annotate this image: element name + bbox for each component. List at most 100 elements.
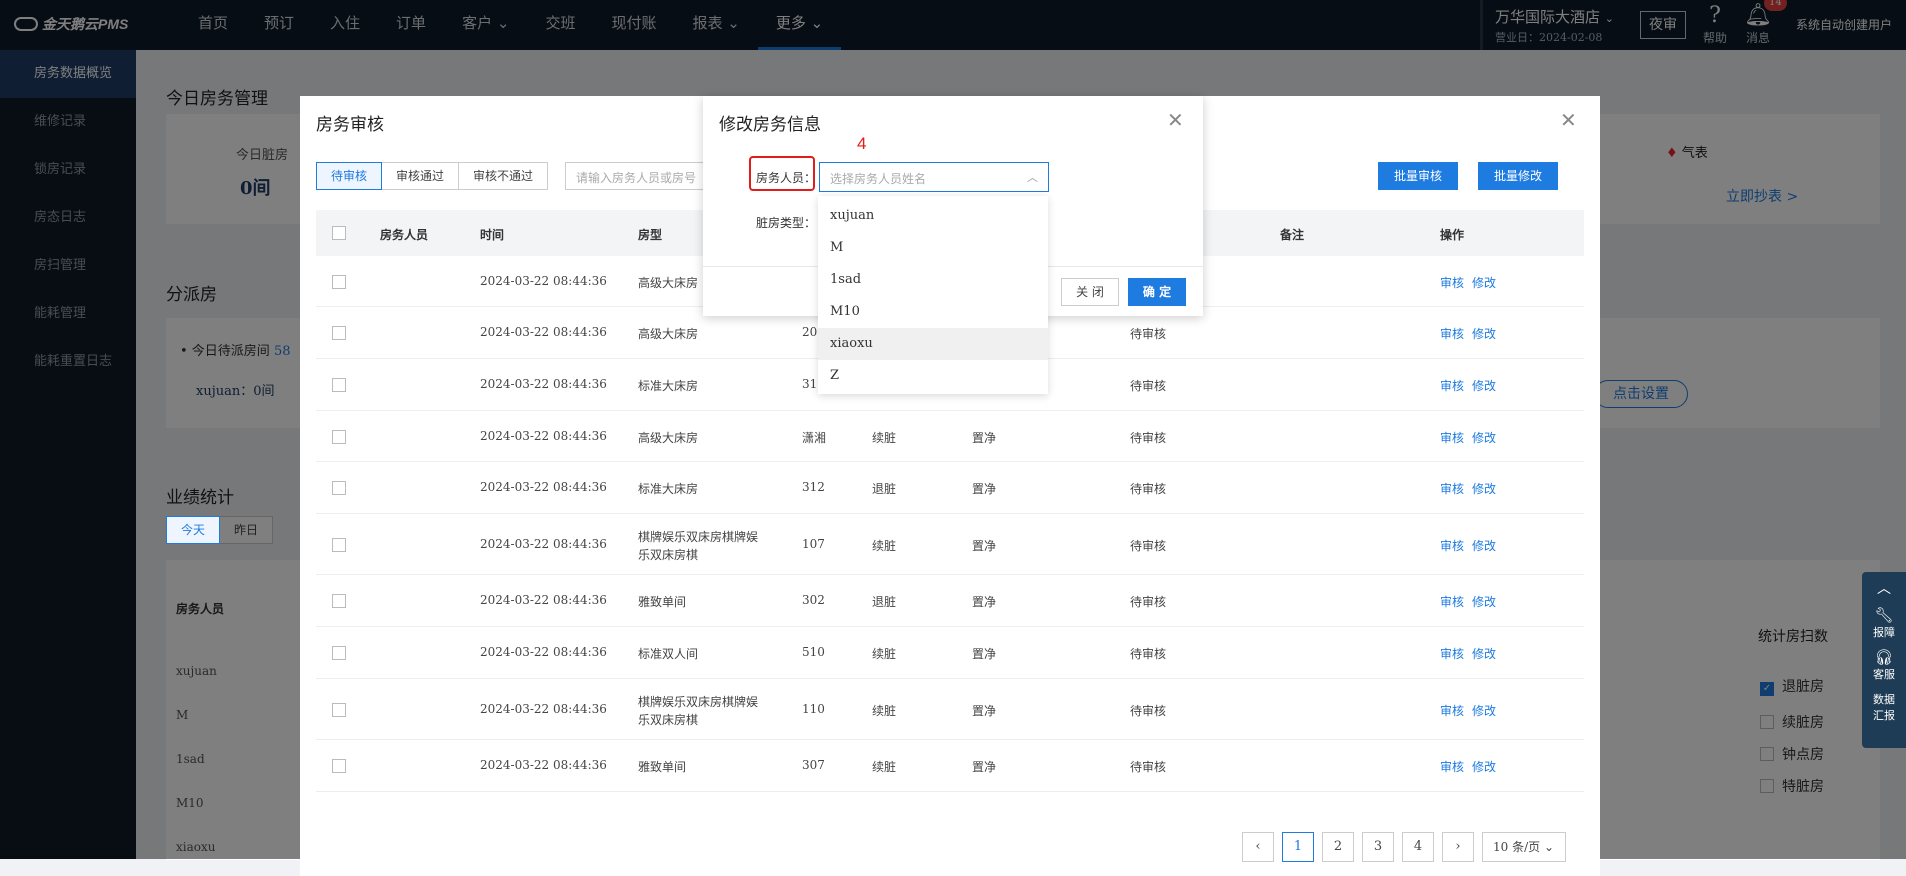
tab-today[interactable]: 今天 bbox=[166, 516, 221, 544]
table-row: 2024-03-22 08:44:36 棋牌娱乐双床房棋牌娱乐双床房棋 110 续脏 置… bbox=[316, 679, 1584, 740]
staff-option[interactable]: 1sad bbox=[818, 264, 1048, 296]
row-clean-status: 置净 bbox=[972, 431, 997, 445]
header-actions: 操作 bbox=[1440, 228, 1465, 242]
row-edit-link[interactable]: 修改 bbox=[1472, 645, 1496, 662]
row-checkbox[interactable] bbox=[332, 481, 346, 495]
dirty-type-label: 脏房类型： bbox=[756, 216, 817, 230]
row-edit-link[interactable]: 修改 bbox=[1472, 480, 1496, 497]
report-issue-button[interactable]: 🔧︎ 报障 bbox=[1862, 606, 1906, 640]
data-report-button[interactable]: 数据汇报 bbox=[1862, 692, 1906, 724]
staff-option[interactable]: xiaoxu bbox=[818, 328, 1048, 360]
close-icon[interactable]: ✕ bbox=[1167, 108, 1184, 132]
table-row: 2024-03-22 08:44:36 雅致单间 307 续脏 置净 待审核 审核 修改 bbox=[316, 740, 1584, 792]
row-time: 2024-03-22 08:44:36 bbox=[480, 758, 607, 772]
row-audit-status: 待审核 bbox=[1130, 431, 1167, 445]
row-checkbox[interactable] bbox=[332, 326, 346, 340]
page-3[interactable]: 3 bbox=[1362, 832, 1394, 862]
row-audit-link[interactable]: 审核 bbox=[1440, 645, 1464, 662]
row-edit-link[interactable]: 修改 bbox=[1472, 274, 1496, 291]
row-dirty-status: 退脏 bbox=[872, 595, 897, 609]
row-dirty-status: 退脏 bbox=[872, 482, 897, 496]
row-audit-status: 待审核 bbox=[1130, 704, 1167, 718]
row-audit-link[interactable]: 审核 bbox=[1440, 593, 1464, 610]
batch-audit-button[interactable]: 批量审核 bbox=[1378, 162, 1458, 190]
row-room-type: 雅致单间 bbox=[638, 760, 687, 774]
batch-edit-button[interactable]: 批量修改 bbox=[1478, 162, 1558, 190]
staff-option[interactable]: Z bbox=[818, 360, 1048, 392]
wrench-icon: 🔧︎ bbox=[1874, 606, 1894, 624]
close-button[interactable]: 关 闭 bbox=[1061, 278, 1119, 306]
row-checkbox[interactable] bbox=[332, 378, 346, 392]
row-audit-link[interactable]: 审核 bbox=[1440, 702, 1464, 719]
staff-select[interactable]: 选择房务人员姓名 ︿ bbox=[819, 162, 1049, 192]
tab-rejected[interactable]: 审核不通过 bbox=[458, 162, 549, 190]
page-1[interactable]: 1 bbox=[1282, 832, 1314, 862]
row-checkbox[interactable] bbox=[332, 430, 346, 444]
page-4[interactable]: 4 bbox=[1402, 832, 1434, 862]
row-audit-status: 待审核 bbox=[1130, 482, 1167, 496]
row-checkbox[interactable] bbox=[332, 646, 346, 660]
row-audit-link[interactable]: 审核 bbox=[1440, 274, 1464, 291]
row-room-number: 107 bbox=[802, 537, 825, 551]
row-dirty-status: 续脏 bbox=[872, 647, 897, 661]
row-clean-status: 置净 bbox=[972, 482, 997, 496]
row-edit-link[interactable]: 修改 bbox=[1472, 758, 1496, 775]
row-audit-link[interactable]: 审核 bbox=[1440, 325, 1464, 342]
confirm-button[interactable]: 确 定 bbox=[1128, 278, 1186, 306]
row-audit-link[interactable]: 审核 bbox=[1440, 429, 1464, 446]
staff-room-search-input[interactable]: 请输入房务人员或房号 bbox=[565, 162, 705, 190]
table-row: 2024-03-22 08:44:36 标准大床房 312 退脏 置净 待审核 审核 修改 bbox=[316, 462, 1584, 514]
header-room-type: 房型 bbox=[638, 228, 663, 242]
headset-icon: 🎧︎ bbox=[1874, 648, 1894, 666]
row-edit-link[interactable]: 修改 bbox=[1472, 429, 1496, 446]
row-clean-status: 置净 bbox=[972, 704, 997, 718]
step-number: 4 bbox=[857, 134, 867, 153]
row-checkbox[interactable] bbox=[332, 759, 346, 773]
tab-approved[interactable]: 审核通过 bbox=[381, 162, 460, 190]
row-audit-status: 待审核 bbox=[1130, 539, 1167, 553]
row-audit-link[interactable]: 审核 bbox=[1440, 537, 1464, 554]
row-edit-link[interactable]: 修改 bbox=[1472, 377, 1496, 394]
tab-pending[interactable]: 待审核 bbox=[316, 162, 383, 190]
staff-option[interactable]: xujuan bbox=[818, 200, 1048, 232]
prev-page-button[interactable]: ‹ bbox=[1242, 832, 1274, 862]
row-audit-status: 待审核 bbox=[1130, 595, 1167, 609]
close-icon[interactable]: ✕ bbox=[1560, 108, 1577, 132]
row-audit-status: 待审核 bbox=[1130, 379, 1167, 393]
row-checkbox[interactable] bbox=[332, 594, 346, 608]
row-time: 2024-03-22 08:44:36 bbox=[480, 537, 607, 551]
row-edit-link[interactable]: 修改 bbox=[1472, 593, 1496, 610]
row-time: 2024-03-22 08:44:36 bbox=[480, 645, 607, 659]
row-dirty-status: 续脏 bbox=[872, 539, 897, 553]
row-audit-link[interactable]: 审核 bbox=[1440, 480, 1464, 497]
staff-dropdown: xujuan M 1sad M10 xiaoxu Z bbox=[818, 196, 1048, 394]
row-dirty-status: 续脏 bbox=[872, 704, 897, 718]
row-clean-status: 置净 bbox=[972, 539, 997, 553]
row-edit-link[interactable]: 修改 bbox=[1472, 537, 1496, 554]
row-checkbox[interactable] bbox=[332, 703, 346, 717]
row-dirty-status: 续脏 bbox=[872, 431, 897, 445]
row-audit-status: 待审核 bbox=[1130, 760, 1167, 774]
row-checkbox[interactable] bbox=[332, 538, 346, 552]
header-staff: 房务人员 bbox=[380, 228, 429, 242]
row-audit-link[interactable]: 审核 bbox=[1440, 377, 1464, 394]
page-2[interactable]: 2 bbox=[1322, 832, 1354, 862]
row-audit-link[interactable]: 审核 bbox=[1440, 758, 1464, 775]
staff-option[interactable]: M10 bbox=[818, 296, 1048, 328]
staff-option[interactable]: M bbox=[818, 232, 1048, 264]
select-all-checkbox[interactable] bbox=[332, 226, 346, 240]
row-room-number: 307 bbox=[802, 758, 825, 772]
row-room-type: 棋牌娱乐双床房棋牌娱乐双床房棋 bbox=[638, 695, 759, 727]
row-audit-status: 待审核 bbox=[1130, 647, 1167, 661]
row-time: 2024-03-22 08:44:36 bbox=[480, 593, 607, 607]
floating-help-panel: ︿ 🔧︎ 报障 🎧︎ 客服 数据汇报 bbox=[1862, 572, 1906, 748]
row-edit-link[interactable]: 修改 bbox=[1472, 702, 1496, 719]
row-dirty-status: 续脏 bbox=[872, 760, 897, 774]
next-page-button[interactable]: › bbox=[1442, 832, 1474, 862]
row-checkbox[interactable] bbox=[332, 275, 346, 289]
row-clean-status: 置净 bbox=[972, 647, 997, 661]
row-edit-link[interactable]: 修改 bbox=[1472, 325, 1496, 342]
page-size-select[interactable]: 10 条/页 ⌄ bbox=[1482, 832, 1566, 862]
chevron-up-icon[interactable]: ︿ bbox=[1862, 572, 1906, 598]
customer-service-button[interactable]: 🎧︎ 客服 bbox=[1862, 648, 1906, 682]
